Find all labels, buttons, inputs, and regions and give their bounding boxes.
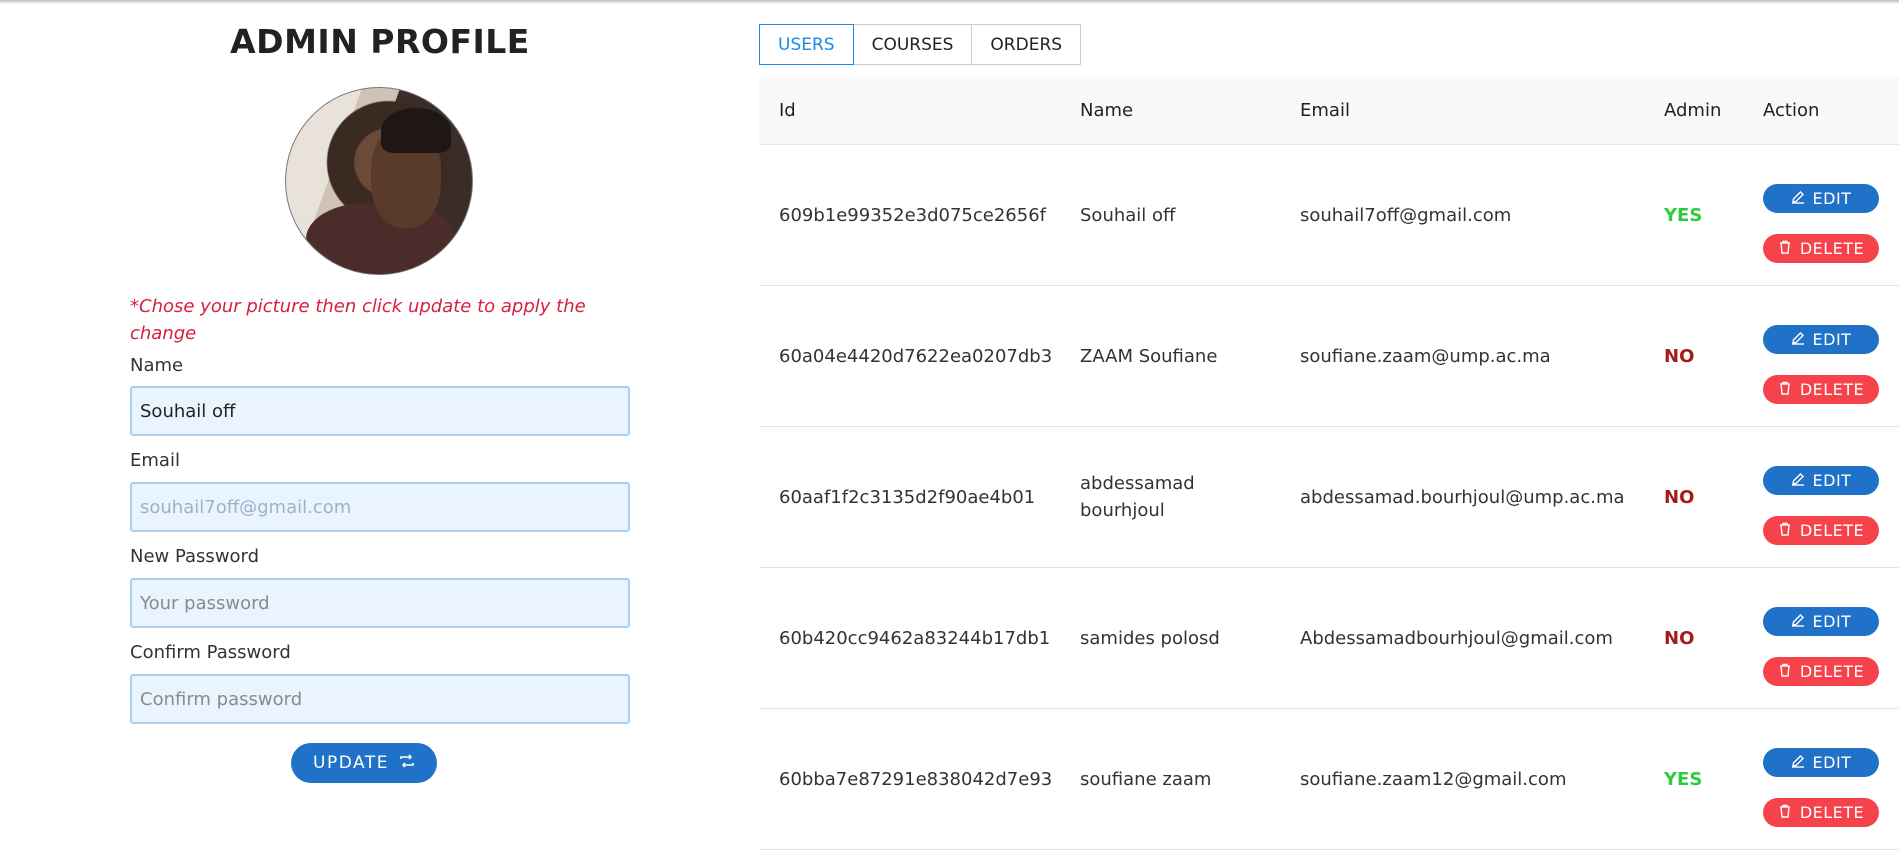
refresh-icon (399, 753, 415, 773)
pencil-icon (1791, 612, 1805, 631)
column-header-name: Name (1080, 100, 1134, 121)
new-password-field[interactable] (130, 578, 630, 628)
column-header-admin: Admin (1664, 100, 1722, 121)
trash-icon (1778, 803, 1792, 822)
delete-button[interactable]: DELETE (1763, 798, 1879, 827)
edit-button-label: EDIT (1812, 189, 1852, 208)
admin-status: YES (1664, 204, 1703, 226)
user-name: Souhail off (1080, 204, 1176, 226)
user-email: soufiane.zaam12@gmail.com (1300, 768, 1567, 790)
delete-button[interactable]: DELETE (1763, 234, 1879, 263)
edit-button-label: EDIT (1812, 612, 1852, 631)
trash-icon (1778, 662, 1792, 681)
edit-button-label: EDIT (1812, 753, 1852, 772)
user-email: souhail7off@gmail.com (1300, 204, 1512, 226)
pencil-icon (1791, 753, 1805, 772)
row-actions: EDIT DELETE (1763, 466, 1879, 545)
edit-button[interactable]: EDIT (1763, 607, 1879, 636)
user-email: abdessamad.bourhjoul@ump.ac.ma (1300, 486, 1625, 508)
row-actions: EDIT DELETE (1763, 748, 1879, 827)
user-id: 60aaf1f2c3135d2f90ae4b01 (779, 486, 1036, 508)
pencil-icon (1791, 189, 1805, 208)
page-title: ADMIN PROFILE (230, 22, 530, 61)
pencil-icon (1791, 330, 1805, 349)
delete-button-label: DELETE (1799, 521, 1865, 540)
user-name: samides polosd (1080, 627, 1220, 649)
admin-status: YES (1664, 768, 1703, 790)
confirm-password-field[interactable] (130, 674, 630, 724)
user-email: soufiane.zaam@ump.ac.ma (1300, 345, 1551, 367)
row-actions: EDIT DELETE (1763, 325, 1879, 404)
admin-status: NO (1664, 627, 1695, 649)
delete-button-label: DELETE (1799, 239, 1865, 258)
tab-courses[interactable]: COURSES (853, 24, 973, 65)
user-name: ZAAM Soufiane (1080, 345, 1218, 367)
table-row: 60a04e4420d7622ea0207db3 ZAAM Soufiane s… (759, 286, 1899, 427)
edit-button[interactable]: EDIT (1763, 184, 1879, 213)
trash-icon (1778, 380, 1792, 399)
delete-button[interactable]: DELETE (1763, 657, 1879, 686)
users-table: Id Name Email Admin Action 609b1e99352e3… (759, 77, 1899, 850)
user-id: 60a04e4420d7622ea0207db3 (779, 345, 1053, 367)
row-actions: EDIT DELETE (1763, 184, 1879, 263)
email-label: Email (130, 450, 180, 471)
table-row: 609b1e99352e3d075ce2656f Souhail off sou… (759, 145, 1899, 286)
delete-button[interactable]: DELETE (1763, 375, 1879, 404)
user-name: soufiane zaam (1080, 768, 1212, 790)
row-actions: EDIT DELETE (1763, 607, 1879, 686)
picture-hint: *Chose your picture then click update to… (130, 296, 586, 344)
delete-button[interactable]: DELETE (1763, 516, 1879, 545)
avatar[interactable] (285, 87, 473, 275)
table-row: 60bba7e87291e838042d7e93 soufiane zaam s… (759, 709, 1899, 850)
edit-button-label: EDIT (1812, 471, 1852, 490)
trash-icon (1778, 521, 1792, 540)
email-field[interactable] (130, 482, 630, 532)
delete-button-label: DELETE (1799, 380, 1865, 399)
new-password-label: New Password (130, 546, 260, 567)
table-header: Id Name Email Admin Action (759, 77, 1899, 145)
admin-profile-panel: ADMIN PROFILE *Chose your picture then c… (0, 0, 760, 861)
name-field[interactable] (130, 386, 630, 436)
delete-button-label: DELETE (1799, 803, 1865, 822)
user-email: Abdessamadbourhjoul@gmail.com (1300, 627, 1613, 649)
update-button[interactable]: UPDATE (291, 743, 437, 783)
edit-button-label: EDIT (1812, 330, 1852, 349)
edit-button[interactable]: EDIT (1763, 466, 1879, 495)
user-name: abdessamad bourhjoul (1080, 473, 1195, 521)
delete-button-label: DELETE (1799, 662, 1865, 681)
confirm-password-label: Confirm Password (130, 642, 291, 663)
column-header-email: Email (1300, 100, 1350, 121)
user-id: 60b420cc9462a83244b17db1 (779, 627, 1051, 649)
name-label: Name (130, 355, 184, 376)
user-id: 609b1e99352e3d075ce2656f (779, 204, 1046, 226)
edit-button[interactable]: EDIT (1763, 325, 1879, 354)
table-row: 60b420cc9462a83244b17db1 samides polosd … (759, 568, 1899, 709)
admin-status: NO (1664, 486, 1695, 508)
tab-orders[interactable]: ORDERS (972, 24, 1082, 65)
trash-icon (1778, 239, 1792, 258)
update-button-label: UPDATE (313, 753, 389, 773)
user-id: 60bba7e87291e838042d7e93 (779, 768, 1053, 790)
column-header-action: Action (1763, 100, 1820, 121)
tab-users[interactable]: USERS (759, 24, 854, 65)
edit-button[interactable]: EDIT (1763, 748, 1879, 777)
tab-bar: USERS COURSES ORDERS (759, 24, 1082, 65)
pencil-icon (1791, 471, 1805, 490)
admin-status: NO (1664, 345, 1695, 367)
table-row: 60aaf1f2c3135d2f90ae4b01 abdessamad bour… (759, 427, 1899, 568)
column-header-id: Id (779, 100, 796, 121)
